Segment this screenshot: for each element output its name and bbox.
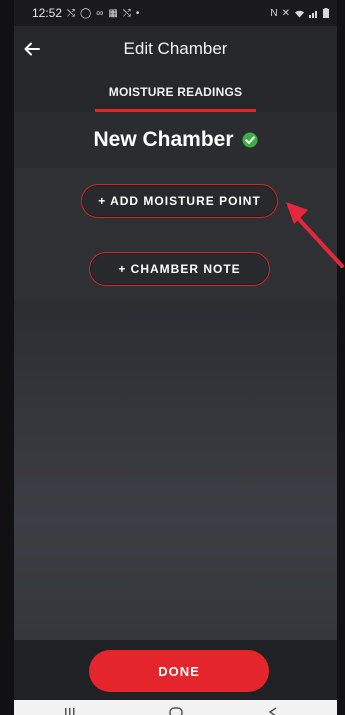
circle-icon: ◯ <box>80 7 92 19</box>
mute-icon: ✕ <box>281 7 290 19</box>
app-bar: Edit Chamber <box>14 26 337 72</box>
page-title: Edit Chamber <box>123 39 228 58</box>
tab-bar: MOISTURE READINGS <box>14 72 337 112</box>
status-left: 12:52 ⤭ ◯ ∞ ▦ ⤭ • <box>32 6 139 20</box>
annotation-arrow-icon <box>286 202 344 268</box>
device-frame-right <box>337 0 345 715</box>
recent-apps-icon[interactable] <box>64 705 76 715</box>
missed-call-icon: ⤭ <box>67 7 76 19</box>
status-time: 12:52 <box>32 6 63 20</box>
chamber-note-button[interactable]: + CHAMBER NOTE <box>89 252 270 286</box>
signal-icon <box>309 10 317 18</box>
status-bar: 12:52 ⤭ ◯ ∞ ▦ ⤭ • N ✕ <box>14 0 337 26</box>
tab-moisture-readings[interactable]: MOISTURE READINGS <box>94 72 257 112</box>
device-frame-left <box>0 0 14 715</box>
chamber-title: New Chamber <box>93 128 234 151</box>
message-icon: ▦ <box>108 7 118 19</box>
nfc-icon: N <box>270 7 278 19</box>
battery-icon <box>323 8 329 18</box>
chamber-header: New Chamber <box>14 112 337 168</box>
home-icon[interactable] <box>168 705 184 715</box>
dot-icon: • <box>135 7 140 19</box>
app-screen: 12:52 ⤭ ◯ ∞ ▦ ⤭ • N ✕ Edit Chamber MOIST… <box>14 0 337 715</box>
system-nav-bar <box>14 700 337 715</box>
arrow-left-icon[interactable] <box>14 26 50 72</box>
missed-call-icon: ⤭ <box>122 7 131 19</box>
done-button[interactable]: DONE <box>89 650 269 692</box>
add-moisture-point-button[interactable]: + ADD MOISTURE POINT <box>81 184 278 218</box>
wifi-icon <box>295 10 304 17</box>
back-icon[interactable] <box>267 705 279 715</box>
status-right: N ✕ <box>270 8 329 19</box>
voicemail-icon: ∞ <box>96 7 104 19</box>
check-circle-icon <box>242 132 258 148</box>
tab-label: MOISTURE READINGS <box>108 85 243 99</box>
bottom-bar: DONE <box>14 640 337 700</box>
